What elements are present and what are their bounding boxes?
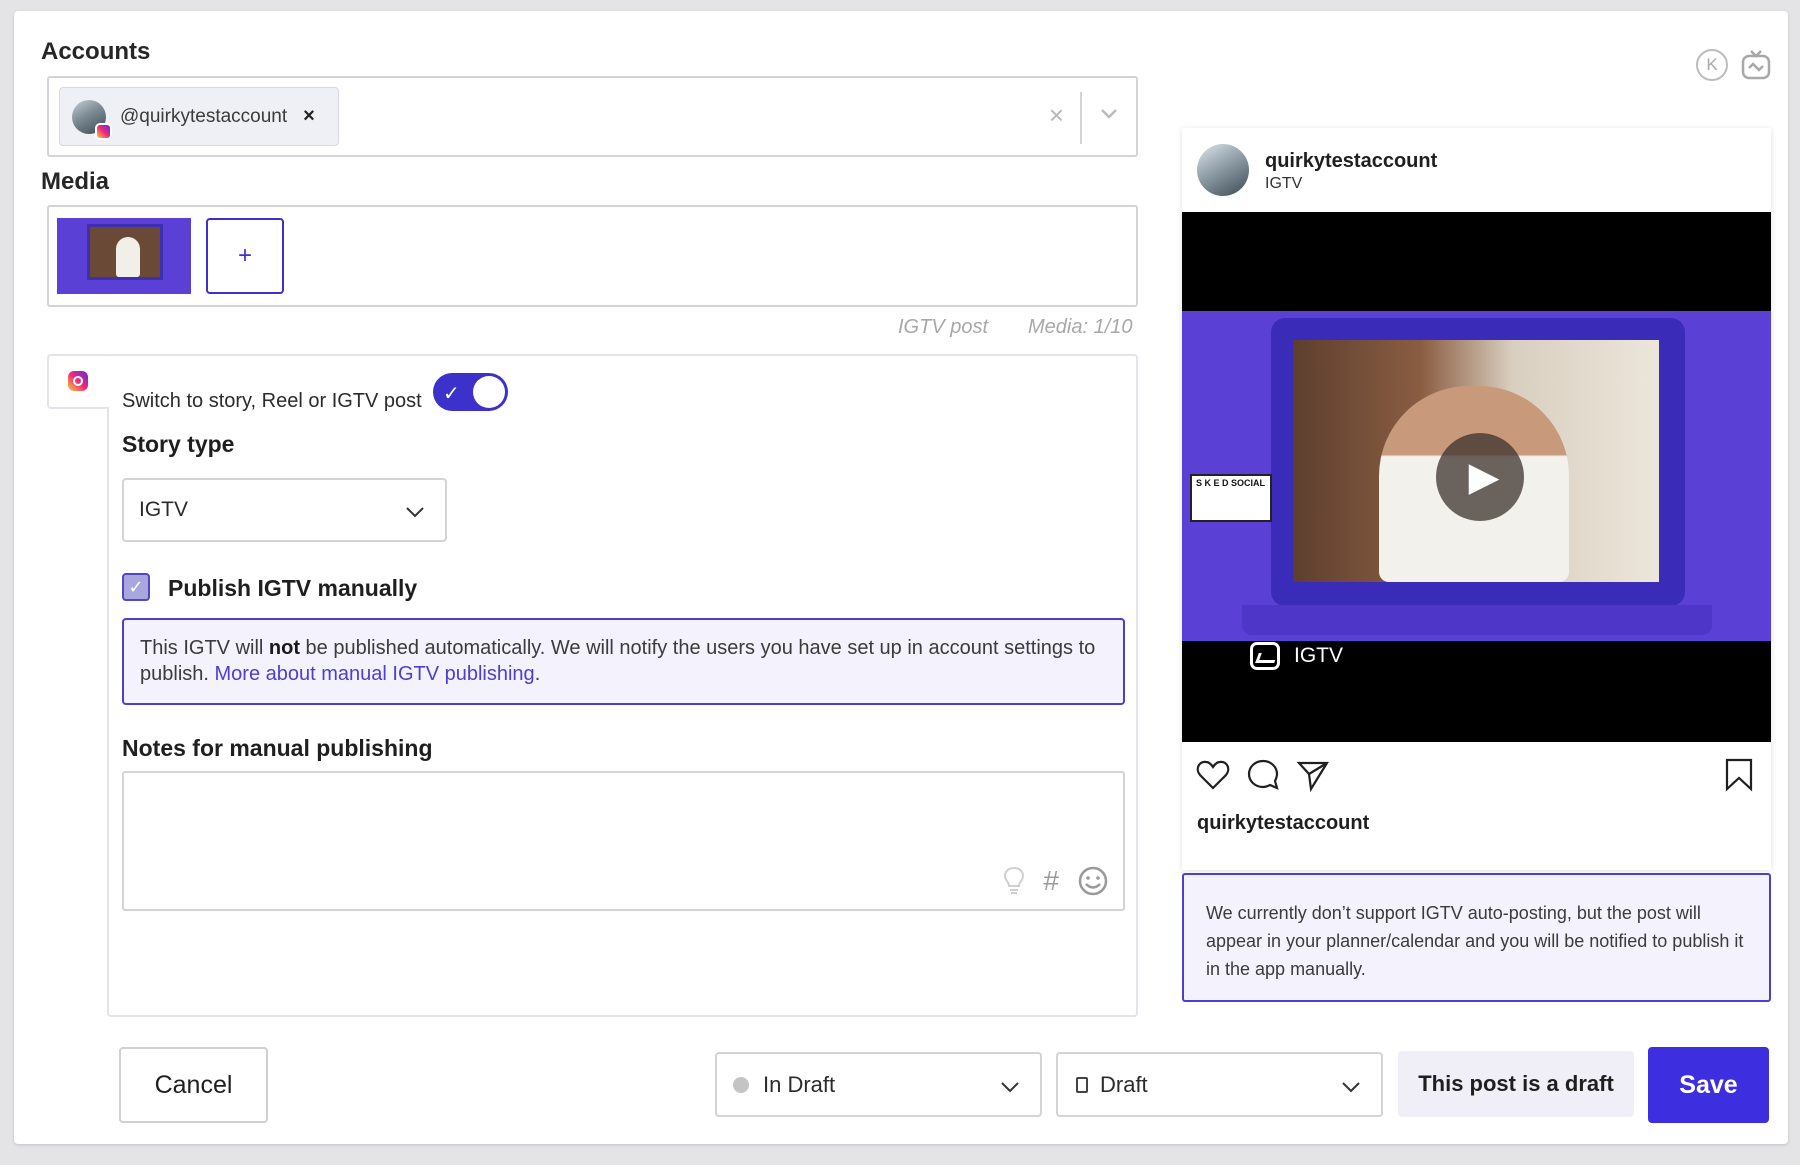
document-icon: [1076, 1077, 1088, 1093]
emoji-icon[interactable]: [1077, 865, 1109, 897]
post-type-label: IGTV post: [898, 316, 989, 338]
accounts-label: Accounts: [41, 38, 151, 65]
avatar: [72, 99, 112, 140]
media-dropzone[interactable]: +: [47, 205, 1138, 307]
bookmark-icon[interactable]: [1724, 758, 1754, 792]
instagram-settings-panel: Switch to story, Reel or IGTV post ✓ Sto…: [107, 354, 1138, 1017]
heart-icon[interactable]: [1196, 758, 1230, 792]
manual-publishing-link[interactable]: More about manual IGTV publishing: [215, 663, 535, 685]
igtv-badge-label: IGTV: [1294, 644, 1344, 667]
status-dot-icon: [733, 1077, 749, 1093]
notes-toolbar: #: [1003, 865, 1109, 897]
notes-label: Notes for manual publishing: [122, 735, 433, 761]
media-thumbnail[interactable]: [57, 218, 191, 294]
publish-manually-checkbox[interactable]: ✓: [122, 573, 150, 601]
account-handle: @quirkytestaccount: [120, 105, 288, 127]
draft-value: Draft: [1100, 1072, 1148, 1097]
media-count: Media: 1/10: [1028, 316, 1133, 338]
account-chip: @quirkytestaccount ×: [59, 87, 339, 146]
status-select[interactable]: In Draft: [715, 1052, 1042, 1117]
thumbnail-person: [116, 237, 140, 277]
notice-end: .: [534, 663, 541, 685]
save-button[interactable]: Save: [1648, 1047, 1769, 1123]
hashtag-icon[interactable]: #: [1043, 865, 1059, 897]
chevron-down-icon: [406, 507, 424, 518]
chevron-down-icon: [1342, 1082, 1360, 1093]
preview-video[interactable]: ▶ S K E D SOCIAL IGTV: [1182, 212, 1771, 742]
post-editor-card: Accounts @quirkytestaccount × × Media + …: [14, 11, 1788, 1144]
manual-publish-notice: This IGTV will not be published automati…: [122, 618, 1125, 705]
add-media-button[interactable]: +: [206, 218, 284, 294]
status-value: In Draft: [763, 1072, 836, 1097]
comment-icon[interactable]: [1246, 758, 1280, 792]
switch-label: Switch to story, Reel or IGTV post: [122, 390, 422, 412]
preview-subtitle: IGTV: [1265, 175, 1303, 192]
publish-manually-label: Publish IGTV manually: [168, 575, 418, 601]
k-icon[interactable]: K: [1696, 49, 1728, 81]
chevron-down-icon: [1001, 1082, 1019, 1093]
share-icon[interactable]: [1296, 758, 1330, 792]
auto-posting-notice: We currently don’t support IGTV auto-pos…: [1182, 873, 1771, 1002]
story-type-toggle[interactable]: ✓: [433, 373, 508, 411]
instagram-icon: [95, 122, 112, 140]
accounts-select[interactable]: @quirkytestaccount × ×: [47, 76, 1138, 157]
post-preview: quirkytestaccount IGTV ▶ S K E D SOCIAL …: [1182, 128, 1771, 870]
play-icon[interactable]: ▶: [1436, 433, 1524, 521]
chevron-down-icon[interactable]: [1096, 100, 1122, 126]
video-screen: ▶: [1293, 340, 1659, 582]
sked-logo: S K E D SOCIAL: [1190, 474, 1272, 522]
video-keyboard: [1242, 605, 1712, 635]
preview-actions: [1196, 758, 1756, 794]
preview-username: quirkytestaccount: [1265, 150, 1438, 172]
instagram-icon: [68, 371, 88, 391]
draft-select[interactable]: Draft: [1056, 1052, 1383, 1117]
check-icon: ✓: [443, 383, 460, 405]
story-type-select[interactable]: IGTV: [122, 478, 447, 542]
igtv-icon: [1250, 642, 1280, 670]
notes-textarea[interactable]: #: [122, 771, 1125, 911]
story-type-value: IGTV: [139, 498, 189, 521]
draft-status-note: This post is a draft: [1398, 1051, 1634, 1117]
thumbnail-screen: [87, 224, 163, 280]
igtv-icon[interactable]: [1739, 48, 1773, 82]
media-label: Media: [41, 168, 110, 195]
igtv-badge: IGTV: [1250, 642, 1343, 670]
cancel-button[interactable]: Cancel: [119, 1047, 268, 1123]
video-laptop: ▶: [1271, 318, 1685, 606]
preview-caption-user: quirkytestaccount: [1197, 812, 1370, 834]
clear-icon[interactable]: ×: [1049, 100, 1064, 131]
notice-bold: not: [268, 637, 300, 659]
story-type-label: Story type: [122, 431, 235, 457]
notice-text: This IGTV will: [140, 637, 269, 659]
divider: [1080, 92, 1082, 144]
remove-account-icon[interactable]: ×: [303, 105, 315, 128]
preview-avatar: [1197, 144, 1249, 196]
lightbulb-icon[interactable]: [1003, 866, 1025, 896]
toggle-knob: [473, 376, 505, 408]
instagram-tab[interactable]: [47, 354, 109, 409]
